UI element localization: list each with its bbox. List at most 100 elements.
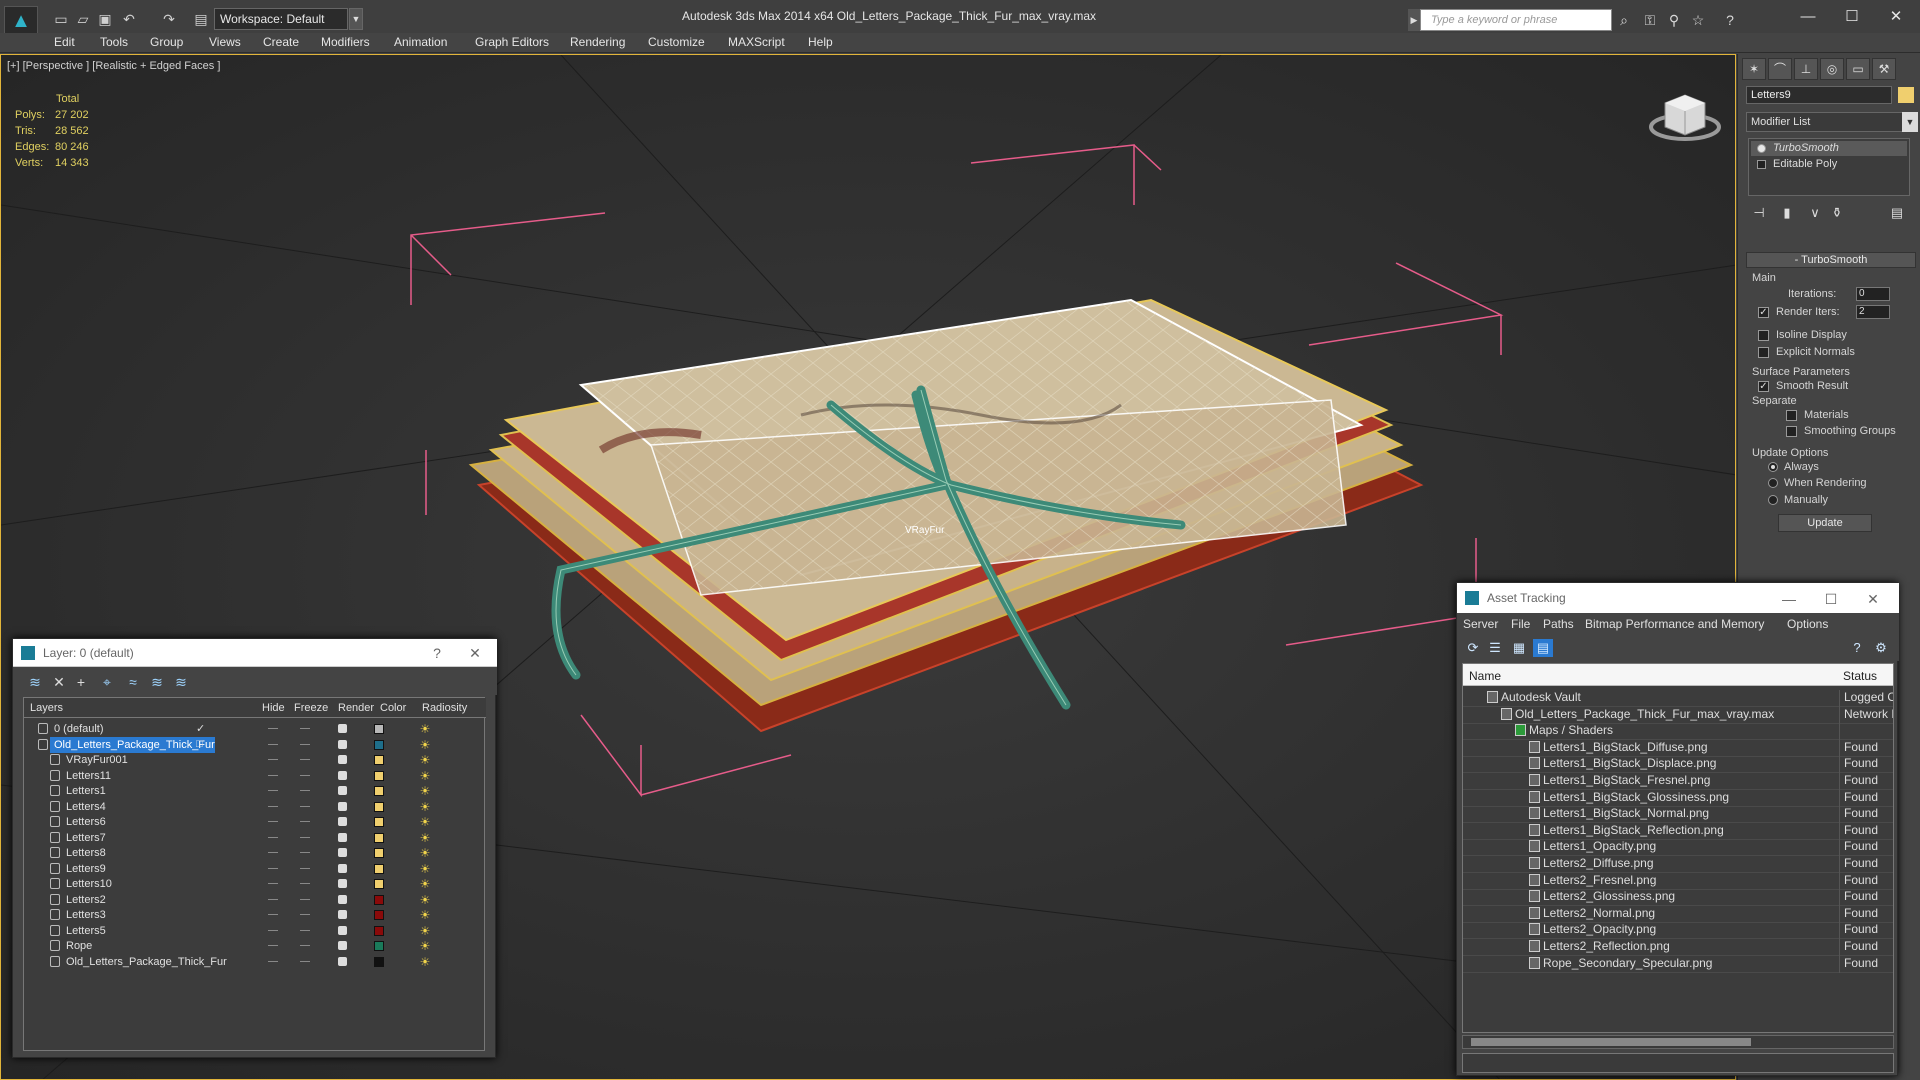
modify-tab-icon[interactable]: ⌒ xyxy=(1768,58,1792,80)
layer-color-swatch[interactable] xyxy=(374,863,384,874)
freeze-toggle[interactable] xyxy=(300,759,310,760)
radiosity-icon[interactable]: ☀ xyxy=(418,908,432,922)
lightbulb-icon[interactable] xyxy=(1757,144,1766,153)
render-iters-checkbox[interactable]: ✓ xyxy=(1758,307,1769,318)
redo-icon[interactable]: ↷ xyxy=(160,10,178,28)
save-icon[interactable]: ▣ xyxy=(96,10,114,28)
render-teapot-icon[interactable] xyxy=(338,739,347,749)
menu-tools[interactable]: Tools xyxy=(100,35,128,49)
freeze-toggle[interactable] xyxy=(300,867,310,869)
minimize-button[interactable]: — xyxy=(1777,589,1801,609)
refresh-icon[interactable]: ⟳ xyxy=(1463,639,1483,657)
render-teapot-icon[interactable] xyxy=(338,832,347,842)
radiosity-icon[interactable]: ☀ xyxy=(418,815,432,829)
menu-options[interactable]: Options xyxy=(1787,617,1828,631)
render-iters-spinner[interactable]: 2 xyxy=(1856,305,1890,319)
layer-color-swatch[interactable] xyxy=(374,941,384,951)
freeze-toggle[interactable] xyxy=(300,821,310,822)
layer-color-swatch[interactable] xyxy=(374,724,384,734)
render-teapot-icon[interactable] xyxy=(338,925,347,935)
menu-views[interactable]: Views xyxy=(209,35,241,49)
layer-color-swatch[interactable] xyxy=(374,894,384,905)
layer-color-swatch[interactable] xyxy=(374,956,384,967)
hide-toggle[interactable] xyxy=(268,867,278,869)
key-icon[interactable]: ⚿ xyxy=(1640,10,1660,30)
hide-all-layers-icon[interactable]: ≋ xyxy=(147,673,167,691)
render-teapot-icon[interactable] xyxy=(338,941,347,950)
menu-maxscript[interactable]: MAXScript xyxy=(728,35,785,49)
layer-color-swatch[interactable] xyxy=(374,879,384,889)
layer-color-swatch[interactable] xyxy=(374,770,384,781)
create-tab-icon[interactable]: ✶ xyxy=(1742,58,1766,80)
layer-row[interactable]: Old_Letters_Package_Thick_Fur ☀ xyxy=(24,953,486,972)
render-teapot-icon[interactable] xyxy=(338,786,347,795)
render-teapot-icon[interactable] xyxy=(338,879,347,888)
freeze-toggle[interactable] xyxy=(300,960,310,962)
workspace-dropdown[interactable]: Workspace: Default xyxy=(214,8,348,30)
binoculars-icon[interactable]: ⌕ xyxy=(1614,10,1634,30)
highlight-layer-icon[interactable]: ≈ xyxy=(123,673,143,691)
layer-window-titlebar[interactable]: Layer: 0 (default) ? ✕ xyxy=(13,639,497,667)
freeze-toggle[interactable] xyxy=(300,914,310,915)
project-folder-icon[interactable]: ▤ xyxy=(192,10,210,28)
help-button[interactable]: ? xyxy=(425,643,449,663)
hide-toggle[interactable] xyxy=(268,852,278,853)
hide-toggle[interactable] xyxy=(268,743,278,745)
menu-help[interactable]: Help xyxy=(808,35,833,49)
search-input[interactable]: Type a keyword or phrase xyxy=(1420,9,1612,31)
show-end-result-icon[interactable]: ▮ xyxy=(1776,204,1798,222)
layer-color-swatch[interactable] xyxy=(374,848,384,858)
hide-toggle[interactable] xyxy=(268,945,278,946)
render-teapot-icon[interactable] xyxy=(338,817,347,826)
settings-icon[interactable]: ⚙ xyxy=(1871,639,1891,657)
radiosity-icon[interactable]: ☀ xyxy=(418,722,432,736)
menu-graph-editors[interactable]: Graph Editors xyxy=(475,35,549,49)
remove-modifier-icon[interactable]: ⚱ xyxy=(1826,204,1848,222)
layer-color-swatch[interactable] xyxy=(374,817,384,827)
menu-animation[interactable]: Animation xyxy=(394,35,447,49)
horizontal-scrollbar[interactable] xyxy=(1462,1035,1894,1049)
freeze-toggle[interactable] xyxy=(300,728,310,729)
open-folder-icon[interactable]: ▱ xyxy=(74,10,92,28)
modifier-list-dropdown[interactable]: Modifier List xyxy=(1746,112,1904,132)
render-teapot-icon[interactable] xyxy=(338,770,347,780)
freeze-toggle[interactable] xyxy=(300,883,310,884)
menu-rendering[interactable]: Rendering xyxy=(570,35,625,49)
link-icon[interactable]: ⚲ xyxy=(1664,10,1684,30)
freeze-toggle[interactable] xyxy=(300,836,310,838)
menu-group[interactable]: Group xyxy=(150,35,183,49)
close-button[interactable]: ✕ xyxy=(1861,589,1885,609)
hide-toggle[interactable] xyxy=(268,805,278,807)
rollout-header[interactable]: - TurboSmooth xyxy=(1746,252,1916,268)
asset-window-titlebar[interactable]: Asset Tracking — ☐ ✕ xyxy=(1457,583,1899,613)
col-layers[interactable]: Layers xyxy=(30,702,63,714)
hide-toggle[interactable] xyxy=(268,774,278,776)
maximize-button[interactable]: ☐ xyxy=(1832,4,1872,30)
search-expand-icon[interactable]: ▶ xyxy=(1408,9,1420,31)
radiosity-icon[interactable]: ☀ xyxy=(418,738,432,752)
asset-path-field[interactable] xyxy=(1462,1053,1894,1073)
layer-name[interactable]: Old_Letters_Package_Thick_Fur xyxy=(62,954,227,970)
manually-radio[interactable] xyxy=(1768,495,1778,505)
create-layer-icon[interactable]: ≋ xyxy=(25,673,45,691)
hide-toggle[interactable] xyxy=(268,960,278,962)
col-render[interactable]: Render xyxy=(338,702,374,714)
update-button[interactable]: Update xyxy=(1778,514,1872,532)
add-to-layer-icon[interactable]: + xyxy=(71,673,91,691)
hide-toggle[interactable] xyxy=(268,898,278,900)
radiosity-icon[interactable]: ☀ xyxy=(418,800,432,814)
materials-checkbox[interactable] xyxy=(1786,410,1797,421)
freeze-toggle[interactable] xyxy=(300,945,310,946)
radiosity-icon[interactable]: ☀ xyxy=(418,846,432,860)
menu-file[interactable]: File xyxy=(1511,617,1530,631)
undo-icon[interactable]: ↶ xyxy=(120,10,138,28)
freeze-toggle[interactable] xyxy=(300,852,310,853)
hide-toggle[interactable] xyxy=(268,929,278,931)
viewport-label[interactable]: [+] [Perspective ] [Realistic + Edged Fa… xyxy=(7,60,220,72)
pin-stack-icon[interactable]: ⊣ xyxy=(1748,204,1770,222)
layer-color-swatch[interactable] xyxy=(374,832,384,843)
menu-server[interactable]: Server xyxy=(1463,617,1498,631)
help-icon[interactable]: ? xyxy=(1720,10,1740,30)
radiosity-icon[interactable]: ☀ xyxy=(418,939,432,953)
app-logo-icon[interactable]: ▲ xyxy=(4,6,38,36)
